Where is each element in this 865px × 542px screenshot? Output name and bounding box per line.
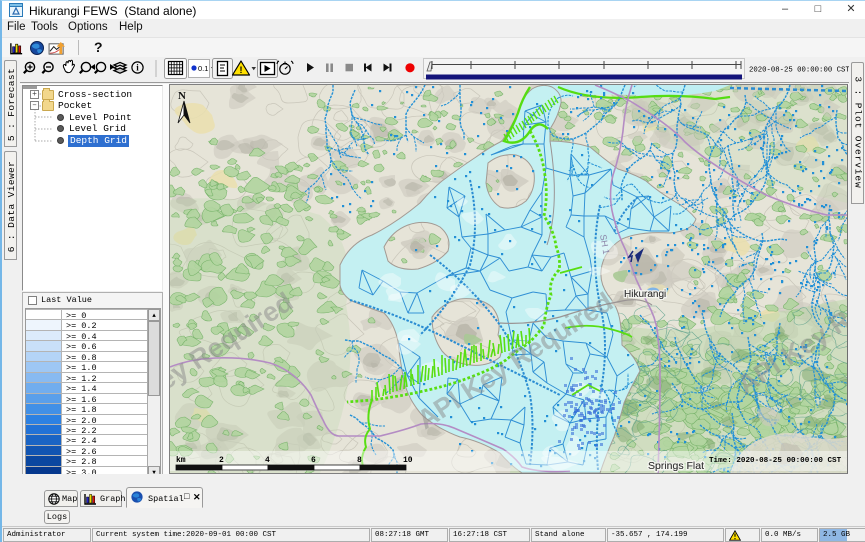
svg-text:4: 4 xyxy=(265,456,270,465)
svg-text:km: km xyxy=(176,456,186,465)
svg-text:Springs Flat: Springs Flat xyxy=(648,460,704,472)
svg-text:N: N xyxy=(178,90,186,102)
svg-text:10: 10 xyxy=(403,456,413,465)
svg-text:0.1: 0.1 xyxy=(198,64,208,73)
svg-text:2020-08-25 00:00:00 CST: 2020-08-25 00:00:00 CST xyxy=(749,67,850,75)
svg-text:Time: 2020-08-25 00:00:00 CST: Time: 2020-08-25 00:00:00 CST xyxy=(709,457,842,465)
svg-text:i: i xyxy=(136,63,139,73)
svg-text:8: 8 xyxy=(357,456,362,465)
svg-text:6: 6 xyxy=(311,456,316,465)
svg-text:2: 2 xyxy=(219,456,224,465)
svg-text:!: ! xyxy=(240,65,243,75)
svg-text:Hikurangi: Hikurangi xyxy=(624,289,666,300)
